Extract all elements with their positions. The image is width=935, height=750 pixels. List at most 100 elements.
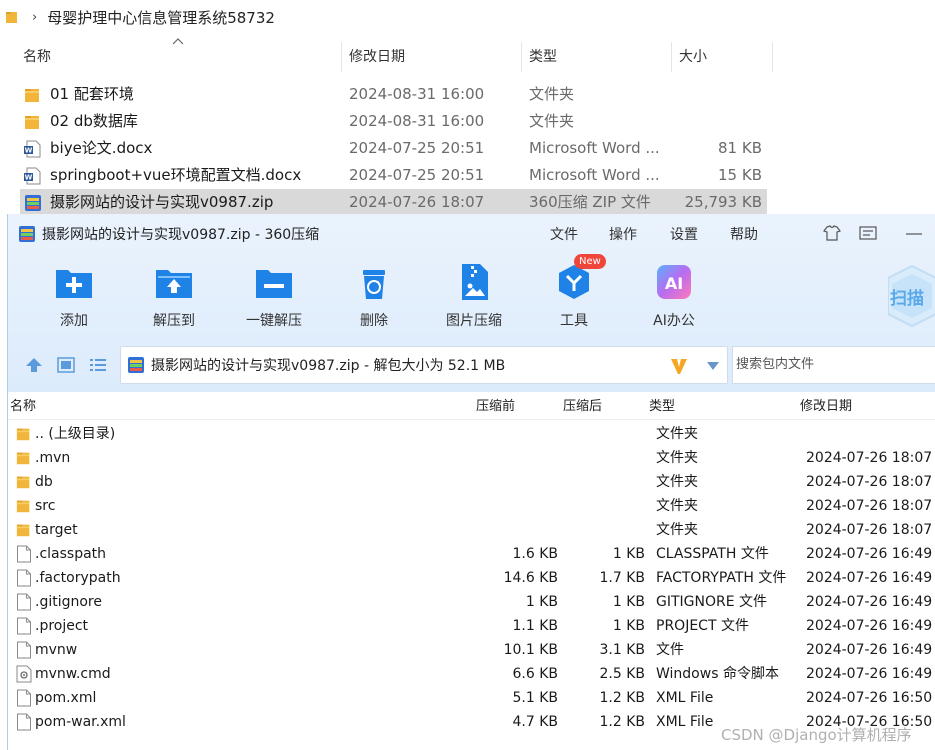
menu-help[interactable]: 帮助	[730, 224, 758, 244]
entry-name: .gitignore	[35, 594, 102, 610]
list-view-icon[interactable]	[88, 356, 108, 374]
zip-archive-icon	[128, 357, 144, 373]
explorer-column-header: 名称 修改日期 类型 大小	[0, 40, 935, 74]
archive-entry-row[interactable]: db 文件夹 2024-07-26 18:07	[8, 470, 935, 494]
one-click-extract-button[interactable]: 一键解压	[234, 262, 314, 332]
column-divider[interactable]	[671, 42, 672, 72]
explorer-file-row[interactable]: Wspringboot+vue环境配置文档.docx 2024-07-25 20:…	[20, 162, 767, 189]
archive-entry-row[interactable]: .gitignore 1 KB 1 KB GITIGNORE 文件 2024-07-26…	[8, 590, 935, 614]
entry-modified: 2024-07-26 18:07	[806, 498, 933, 514]
file-icon	[16, 593, 32, 611]
entry-size-before: 4.7 KB	[512, 714, 559, 730]
new-badge: New	[574, 254, 606, 269]
entry-name: .classpath	[35, 546, 107, 562]
archive-entry-row[interactable]: src 文件夹 2024-07-26 18:07	[8, 494, 935, 518]
file-name: biye论文.docx	[50, 139, 153, 157]
entry-type: PROJECT 文件	[656, 618, 749, 634]
entry-size-after: 1 KB	[612, 618, 645, 634]
archive-entry-row[interactable]: mvnw 10.1 KB 3.1 KB 文件 2024-07-26 16:49	[8, 638, 935, 662]
entry-modified: 2024-07-26 16:49	[806, 618, 933, 634]
zip-archive-icon	[24, 194, 42, 212]
image-compress-button[interactable]: 图片压缩	[434, 262, 514, 332]
folder-icon	[16, 449, 32, 467]
archive-entry-row[interactable]: .classpath 1.6 KB 1 KB CLASSPATH 文件 2024-07-…	[8, 542, 935, 566]
tools-button[interactable]: New 工具	[534, 254, 614, 332]
column-type[interactable]: 类型	[529, 40, 557, 74]
vip-v-icon[interactable]	[669, 356, 689, 376]
ai-office-icon: AI	[657, 265, 691, 299]
explorer-file-row[interactable]: 01 配套环境 2024-08-31 16:00 文件夹	[20, 81, 767, 108]
entry-size-before: 5.1 KB	[512, 690, 559, 706]
archive-entry-row[interactable]: .. (上级目录) 文件夹	[8, 422, 935, 446]
file-icon	[16, 641, 32, 659]
zip-archive-window: 摄影网站的设计与实现v0987.zip - 360压缩 文件 操作 设置 帮助 …	[7, 214, 935, 750]
entry-type: 文件夹	[656, 498, 698, 514]
entry-modified: 2024-07-26 16:49	[806, 546, 933, 562]
file-type: 文件夹	[529, 85, 575, 103]
menu-settings[interactable]: 设置	[670, 224, 698, 244]
column-name[interactable]: 名称	[23, 40, 51, 74]
feedback-icon[interactable]	[858, 224, 878, 242]
chevron-right-icon: ›	[32, 9, 38, 25]
chevron-down-icon[interactable]	[707, 362, 719, 370]
skin-icon[interactable]	[822, 224, 842, 242]
archive-entry-row[interactable]: .project 1.1 KB 1 KB PROJECT 文件 2024-07-26 1…	[8, 614, 935, 638]
breadcrumb-path[interactable]: 母婴护理中心信息管理系统58732	[47, 7, 275, 28]
column-date[interactable]: 修改日期	[349, 40, 405, 74]
address-row: 摄影网站的设计与实现v0987.zip - 解包大小为 52.1 MB 搜索包内…	[8, 346, 935, 384]
breadcrumb[interactable]: › 母婴护理中心信息管理系统58732	[0, 0, 935, 34]
column-type[interactable]: 类型	[649, 394, 675, 420]
archive-entry-row[interactable]: target 文件夹 2024-07-26 18:07	[8, 518, 935, 542]
entry-type: 文件夹	[656, 450, 698, 466]
scan-shield-icon[interactable]: 扫描	[888, 262, 935, 328]
archive-search-input[interactable]: 搜索包内文件	[732, 346, 935, 384]
entry-modified: 2024-07-26 16:49	[806, 642, 933, 658]
add-icon	[56, 270, 92, 298]
explorer-file-row[interactable]: 摄影网站的设计与实现v0987.zip 2024-07-26 18:07 360压缩…	[20, 189, 767, 216]
column-modified[interactable]: 修改日期	[800, 394, 852, 420]
file-size: 15 KB	[718, 166, 762, 184]
archive-entry-row[interactable]: mvnw.cmd 6.6 KB 2.5 KB Windows 命令脚本 2024-07-…	[8, 662, 935, 686]
entry-name: .factorypath	[35, 570, 121, 586]
one-click-extract-icon	[256, 270, 292, 298]
minimize-icon[interactable]	[904, 224, 924, 242]
file-date: 2024-08-31 16:00	[349, 85, 485, 103]
entry-modified: 2024-07-26 16:49	[806, 594, 933, 610]
entry-size-before: 10.1 KB	[503, 642, 558, 658]
entry-modified: 2024-07-26 18:07	[806, 474, 933, 490]
column-after-size[interactable]: 压缩后	[563, 394, 602, 420]
delete-label: 删除	[360, 313, 388, 329]
zip-column-header: 名称 压缩前 压缩后 类型 修改日期	[8, 394, 935, 420]
thumbnail-view-icon[interactable]	[56, 356, 76, 374]
column-divider[interactable]	[772, 42, 773, 72]
archive-entry-row[interactable]: .mvn 文件夹 2024-07-26 18:07	[8, 446, 935, 470]
cmd-script-icon	[16, 665, 32, 683]
column-divider[interactable]	[341, 42, 342, 72]
archive-entry-row[interactable]: .factorypath 14.6 KB 1.7 KB FACTORYPATH 文件 2…	[8, 566, 935, 590]
entry-name: pom-war.xml	[35, 714, 126, 730]
menu-file[interactable]: 文件	[550, 224, 578, 244]
column-before-size[interactable]: 压缩前	[476, 394, 515, 420]
entry-size-before: 1.1 KB	[512, 618, 559, 634]
image-compress-label: 图片压缩	[446, 313, 502, 329]
archive-path-field[interactable]: 摄影网站的设计与实现v0987.zip - 解包大小为 52.1 MB	[120, 346, 728, 384]
entry-modified: 2024-07-26 16:49	[806, 570, 933, 586]
menu-operate[interactable]: 操作	[609, 224, 637, 244]
folder-icon	[16, 497, 32, 515]
column-name[interactable]: 名称	[10, 394, 36, 420]
explorer-file-row[interactable]: 02 db数据库 2024-08-31 16:00 文件夹	[20, 108, 767, 135]
add-button[interactable]: 添加	[34, 262, 114, 332]
delete-button[interactable]: 删除	[334, 262, 414, 332]
up-level-icon[interactable]	[24, 356, 44, 374]
svg-text:AI: AI	[665, 274, 683, 293]
archive-entry-row[interactable]: pom.xml 5.1 KB 1.2 KB XML File 2024-07-26 16…	[8, 686, 935, 710]
file-size: 25,793 KB	[684, 193, 762, 211]
folder-icon	[24, 86, 42, 104]
column-size[interactable]: 大小	[679, 40, 707, 74]
entry-name: .. (上级目录)	[35, 426, 116, 442]
delete-icon	[363, 270, 385, 299]
extract-to-button[interactable]: 解压到	[134, 262, 214, 332]
column-divider[interactable]	[521, 42, 522, 72]
ai-office-button[interactable]: AI AI办公	[634, 262, 714, 332]
explorer-file-row[interactable]: Wbiye论文.docx 2024-07-25 20:51 Microsoft Wo…	[20, 135, 767, 162]
